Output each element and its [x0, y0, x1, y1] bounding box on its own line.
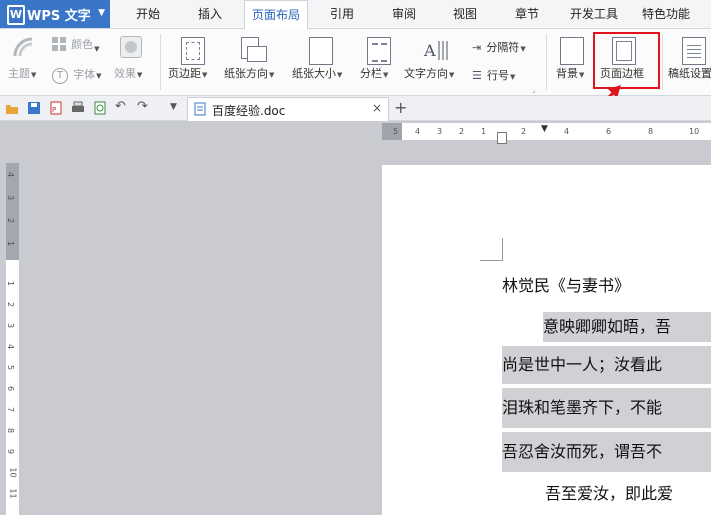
ruler-number: 8: [648, 127, 654, 136]
ruler-number: 9: [6, 448, 16, 455]
ruler-number: 11: [8, 488, 18, 499]
ruler-number: 2: [6, 301, 16, 308]
ruler-number: 6: [6, 385, 16, 392]
document-line[interactable]: 吾忍舍汝而死，谓吾不: [502, 432, 711, 472]
text-direction-icon[interactable]: A: [422, 38, 448, 62]
document-tab[interactable]: 百度经验.doc ×: [187, 97, 389, 121]
line-numbers-button[interactable]: ☰ 行号▼: [472, 64, 515, 83]
export-pdf-icon[interactable]: P: [49, 100, 63, 115]
colors-button[interactable]: 颜色▼: [52, 36, 99, 55]
columns-icon[interactable]: [367, 37, 391, 65]
ruler-number: 1: [6, 280, 16, 287]
manuscript-button[interactable]: 稿纸设置: [668, 65, 711, 81]
indent-marker[interactable]: [497, 132, 507, 144]
save-icon[interactable]: [27, 100, 41, 114]
print-icon[interactable]: [71, 100, 85, 114]
fonts-icon: T: [52, 68, 68, 84]
app-menu-button[interactable]: W WPS 文字 ▼: [0, 0, 110, 28]
tab-references[interactable]: 引用: [321, 0, 363, 28]
tab-review[interactable]: 审阅: [383, 0, 425, 28]
document-line[interactable]: 意映卿卿如晤，吾: [543, 312, 711, 342]
app-name: WPS 文字: [27, 9, 91, 24]
print-preview-icon[interactable]: [93, 100, 107, 115]
ruler-number: 10: [689, 127, 700, 136]
page-corner-mark: [480, 238, 503, 261]
line-numbers-icon: ☰: [472, 69, 482, 82]
redo-icon[interactable]: ↷: [137, 100, 151, 114]
ruler-number: 3: [6, 194, 16, 201]
background-button[interactable]: 背景▼: [556, 65, 584, 81]
tab-home[interactable]: 开始: [127, 0, 169, 28]
svg-text:A: A: [423, 41, 436, 60]
page-setup-launcher-icon[interactable]: ⌟: [532, 86, 535, 94]
document-tab-label: 百度经验.doc: [212, 104, 286, 118]
document-line[interactable]: 吾至爱汝，即此爱: [545, 480, 673, 504]
ruler-number: 10: [8, 467, 18, 478]
text-direction-button[interactable]: 文字方向▼: [404, 65, 454, 81]
ribbon-separator: [160, 34, 161, 90]
ruler-number: 5: [393, 127, 399, 136]
tab-view[interactable]: 视图: [444, 0, 486, 28]
ruler-number: 8: [6, 427, 16, 434]
ruler-number: 4: [6, 171, 16, 178]
ruler-number: 3: [6, 322, 16, 329]
document-icon: [194, 102, 206, 116]
ruler-number: 2: [6, 217, 16, 224]
tab-page-layout[interactable]: 页面布局: [244, 0, 308, 30]
wps-logo-icon: W: [7, 5, 25, 25]
new-tab-icon[interactable]: +: [394, 98, 407, 117]
document-line[interactable]: 泪珠和笔墨齐下，不能: [502, 388, 711, 428]
ruler-number: 4: [415, 127, 421, 136]
ruler-number: 7: [6, 406, 16, 413]
ruler-number: 2: [521, 127, 527, 136]
close-icon[interactable]: ×: [372, 101, 382, 115]
open-folder-icon[interactable]: [5, 100, 19, 114]
orientation-button[interactable]: 纸张方向▼: [224, 65, 274, 81]
fonts-button[interactable]: T 字体▼: [52, 63, 101, 84]
theme-button[interactable]: 主题▼: [8, 65, 36, 81]
tab-chapter[interactable]: 章节: [506, 0, 548, 28]
orientation-icon[interactable]: [241, 37, 267, 63]
background-icon[interactable]: [560, 37, 584, 65]
ruler-number: 1: [6, 240, 16, 247]
tab-developer[interactable]: 开发工具: [565, 0, 623, 28]
margins-button[interactable]: 页边距▼: [168, 65, 207, 81]
horizontal-ruler-area: [402, 123, 711, 140]
effects-icon[interactable]: [120, 36, 142, 58]
ruler-number: 3: [437, 127, 443, 136]
ribbon-separator: [662, 34, 663, 90]
document-line[interactable]: 尚是世中一人；汝看此: [502, 346, 711, 384]
ruler-number: 5: [6, 364, 16, 371]
chevron-down-icon: ▼: [98, 8, 105, 18]
first-line-indent-marker[interactable]: ▼: [541, 124, 548, 134]
columns-button[interactable]: 分栏▼: [360, 65, 388, 81]
document-title[interactable]: 林觉民《与妻书》: [502, 272, 630, 296]
ribbon-separator: [546, 34, 547, 90]
theme-icon[interactable]: [12, 36, 38, 58]
ruler-number: 4: [564, 127, 570, 136]
tab-insert[interactable]: 插入: [189, 0, 231, 28]
effects-button[interactable]: 效果▼: [114, 65, 142, 81]
breaks-button[interactable]: ⇥ 分隔符▼: [472, 36, 526, 55]
paper-size-button[interactable]: 纸张大小▼: [292, 65, 342, 81]
colors-icon: [52, 37, 66, 51]
page-border-highlight: [593, 32, 660, 89]
ruler-number: 6: [606, 127, 612, 136]
ruler-number: 1: [481, 127, 487, 136]
paper-size-icon[interactable]: [309, 37, 333, 65]
svg-text:P: P: [52, 106, 56, 114]
manuscript-icon[interactable]: [682, 37, 706, 65]
margins-icon[interactable]: [181, 37, 205, 65]
tab-features[interactable]: 特色功能: [637, 0, 695, 28]
breaks-icon: ⇥: [472, 41, 482, 54]
customize-toolbar-icon[interactable]: ▼: [170, 100, 184, 114]
ruler-number: 4: [6, 343, 16, 350]
undo-icon[interactable]: ↶: [115, 100, 129, 114]
ruler-number: 2: [459, 127, 465, 136]
